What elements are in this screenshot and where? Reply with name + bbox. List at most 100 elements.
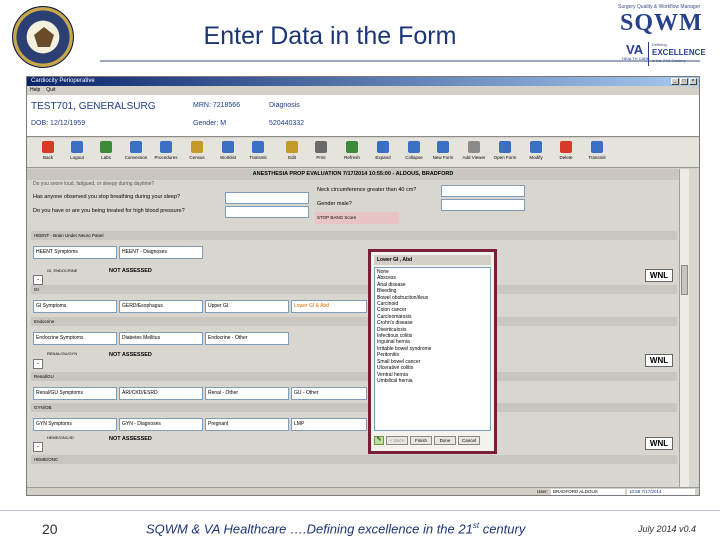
popup-done-button[interactable]: Done — [434, 436, 456, 445]
toolbar-label: Census — [189, 155, 205, 160]
ari-ckd-field[interactable]: ARI/CKD/ESRD — [119, 387, 203, 400]
toolbar-button-transmit[interactable]: Transmit — [243, 140, 273, 166]
toolbar-button-worklist[interactable]: Worklist — [213, 140, 243, 166]
toolbar-button-procedures[interactable]: Procedures — [151, 140, 181, 166]
gyn-symptoms-field[interactable]: GYN Symptoms — [33, 418, 117, 431]
window-titlebar: Cardiocity Perioperative _ □ × — [27, 77, 699, 86]
renal-other-field[interactable]: Renal - Other — [205, 387, 289, 400]
open-form-icon — [499, 141, 511, 153]
lower-gi-popup: Lower GI , Abd None Abscess Anal disease Bl… — [368, 249, 497, 454]
toolbar-button-transmit[interactable]: Transmit — [582, 140, 612, 166]
vertical-scrollbar[interactable] — [679, 169, 689, 487]
gi-symptoms-field[interactable]: GI Symptoms — [33, 300, 117, 313]
main-toolbar: Back Logout Labs Conversion Procedures Census… — [27, 138, 699, 168]
logout-icon — [71, 141, 83, 153]
renal-gu-gyn-label: RENAL/GU/GYN — [47, 351, 78, 356]
toolbar-button-print[interactable]: Print — [306, 140, 336, 166]
heent-diagnoses-field[interactable]: HEENT - Diagnoses — [119, 246, 203, 259]
status-datetime: 10:58 7/17/2014 — [627, 489, 695, 495]
footer-divider — [0, 510, 720, 511]
gu-other-field[interactable]: GU - Other — [291, 387, 367, 400]
menu-quit[interactable]: Quit — [46, 86, 55, 95]
lmp-field[interactable]: LMP — [291, 418, 367, 431]
toolbar-button-collapse[interactable]: Collapse — [399, 140, 429, 166]
toolbar-button-conversion[interactable]: Conversion — [121, 140, 151, 166]
toolbar-button-open-form[interactable]: Open Form — [490, 140, 520, 166]
patient-diagnosis-label: Diagnosis — [269, 102, 300, 109]
transmit-icon — [591, 141, 603, 153]
gi-wnl-button[interactable]: WNL — [645, 269, 673, 282]
partial-question: Do you snore loud, fatigued, or sleepy d… — [33, 181, 155, 187]
minimize-button[interactable]: _ — [671, 78, 679, 85]
heme-wnl-button[interactable]: WNL — [645, 437, 673, 450]
endocrine-other-field[interactable]: Endocrine - Other — [205, 332, 289, 345]
modify-icon — [530, 141, 542, 153]
renal-wnl-button[interactable]: WNL — [645, 354, 673, 367]
question-neck-circumference: Neck circumference greater than 40 cm? — [317, 187, 417, 193]
transmit-icon — [252, 141, 264, 153]
refresh-icon — [346, 141, 358, 153]
toolbar-button-modify[interactable]: Modify — [521, 140, 551, 166]
toolbar-label: Delete — [559, 155, 573, 160]
maximize-button[interactable]: □ — [680, 78, 688, 85]
gerd-field[interactable]: GERD/Esophagus — [119, 300, 203, 313]
popup-title: Lower GI , Abd — [374, 255, 491, 265]
popup-button-row: ✎ < Back Finish Done Cancel — [374, 436, 480, 445]
title-divider — [100, 60, 700, 62]
lower-gi-option-list[interactable]: None Abscess Anal disease Bleeding Bowel obs… — [374, 267, 491, 431]
gi-endocrine-toggle[interactable]: - — [33, 275, 43, 285]
renal-not-assessed: NOT ASSESSED — [109, 352, 152, 358]
list-item[interactable]: Umbilical hernia — [377, 378, 488, 384]
pencil-icon[interactable]: ✎ — [374, 436, 384, 445]
neck-circumference-field[interactable] — [441, 185, 525, 197]
footer-tail: century — [479, 521, 526, 537]
popup-cancel-button[interactable]: Cancel — [458, 436, 480, 445]
scrollbar-thumb[interactable] — [681, 265, 688, 295]
patient-banner: TEST701, GENERALSURG DOB: 12/12/1959 MRN… — [27, 95, 699, 137]
toolbar-button-delete[interactable]: Delete — [551, 140, 581, 166]
heent-band: HEENT - Brain Under Neuro Panel — [31, 231, 677, 240]
sqwm-logo: Surgery Quality & Workflow Manager SQWM … — [618, 4, 716, 70]
toolbar-label: Logout — [70, 155, 84, 160]
close-button[interactable]: × — [689, 78, 697, 85]
toolbar-label: Transmit — [588, 155, 606, 160]
toolbar-button-back[interactable]: Back — [33, 140, 63, 166]
gyn-diagnoses-field[interactable]: GYN - Diagnoses — [119, 418, 203, 431]
heent-symptoms-field[interactable]: HEENT Symptoms — [33, 246, 117, 259]
heme-onc-id-label: HEME/ONC/ID — [47, 435, 74, 440]
slide-number: 20 — [42, 521, 58, 537]
stop-breathing-field[interactable] — [225, 192, 309, 204]
toolbar-button-logout[interactable]: Logout — [62, 140, 92, 166]
menu-help[interactable]: Help — [30, 86, 40, 95]
toolbar-button-labs[interactable]: Labs — [91, 140, 121, 166]
toolbar-button-add-viewer[interactable]: Add Viewer — [459, 140, 489, 166]
lower-gi-field[interactable]: Lower GI & Abd — [291, 300, 367, 313]
toolbar-button-census[interactable]: Census — [182, 140, 212, 166]
toolbar-button-refresh[interactable]: Refresh — [337, 140, 367, 166]
popup-finish-button[interactable]: Finish — [410, 436, 432, 445]
pregnant-field[interactable]: Pregnant — [205, 418, 289, 431]
footer-date: July 2014 v0.4 — [638, 524, 697, 534]
print-icon — [315, 141, 327, 153]
toolbar-button-new-form[interactable]: New Form — [428, 140, 458, 166]
diabetes-field[interactable]: Diabetes Mellitus — [119, 332, 203, 345]
heme-toggle[interactable]: - — [33, 442, 43, 452]
procedures-icon — [160, 141, 172, 153]
endocrine-symptoms-field[interactable]: Endocrine Symptoms — [33, 332, 117, 345]
gyn-band: GYN/OB — [31, 403, 677, 412]
renal-toggle[interactable]: - — [33, 359, 43, 369]
gender-male-field[interactable] — [441, 199, 525, 211]
patient-gender: Gender: M — [193, 120, 227, 127]
upper-gi-field[interactable]: Upper GI — [205, 300, 289, 313]
footer-text: SQWM & VA Healthcare ….Defining excellen… — [146, 521, 525, 536]
toolbar-button-edit[interactable]: Edit — [277, 140, 307, 166]
gi-endocrine-label: GI, ENDOCRINE — [47, 268, 78, 273]
popup-back-button[interactable]: < Back — [386, 436, 408, 445]
toolbar-label: Modify — [529, 155, 543, 160]
renal-symptoms-field[interactable]: Renal/GU Symptoms — [33, 387, 117, 400]
logo-excellence-text: EXCELLENCE — [652, 48, 706, 57]
toolbar-button-expand[interactable]: Expand — [368, 140, 398, 166]
blood-pressure-field[interactable] — [225, 206, 309, 218]
toolbar-label: Transmit — [249, 155, 267, 160]
patient-number: 520440332 — [269, 120, 305, 127]
